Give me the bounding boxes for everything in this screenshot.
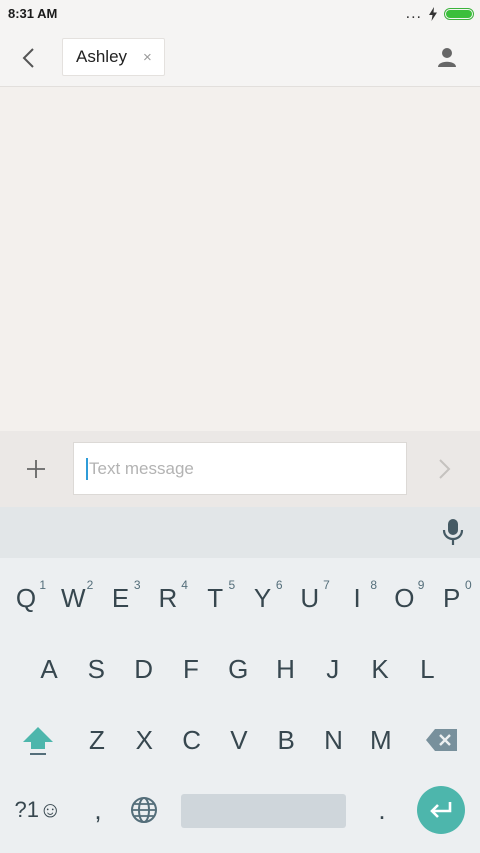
- key-t[interactable]: T5: [191, 568, 239, 628]
- close-icon[interactable]: ×: [143, 49, 152, 66]
- key-label: H: [276, 654, 295, 684]
- key-i[interactable]: I8: [333, 568, 381, 628]
- key-hint: 9: [417, 578, 425, 592]
- recipient-chip[interactable]: Ashley ×: [62, 38, 165, 76]
- keyboard: Q1W2E3R4T5Y6U7I8O9P0ASDFGHJKLZXCVBNM ?1☺…: [0, 558, 480, 853]
- key-label: P: [443, 583, 461, 613]
- key-label: Y: [253, 583, 272, 613]
- key-label: E: [111, 583, 130, 613]
- key-p[interactable]: P0: [428, 568, 476, 628]
- battery-icon: [444, 8, 474, 20]
- key-label: Q: [15, 583, 37, 613]
- key-label: U: [300, 583, 320, 613]
- enter-key[interactable]: [417, 786, 465, 834]
- message-placeholder: Text message: [89, 458, 194, 478]
- key-label: X: [135, 725, 153, 755]
- backspace-icon: [426, 729, 457, 751]
- key-label: V: [230, 725, 248, 755]
- key-u[interactable]: U7: [286, 568, 334, 628]
- bolt-icon: [429, 7, 437, 21]
- comma-key[interactable]: ,: [74, 780, 122, 840]
- key-hint: 2: [86, 578, 94, 592]
- key-hint: 4: [181, 578, 188, 592]
- key-hint: 6: [275, 578, 283, 592]
- key-g[interactable]: G: [214, 639, 262, 699]
- key-e[interactable]: E3: [97, 568, 145, 628]
- keyboard-suggestion-strip: [0, 507, 480, 558]
- message-input[interactable]: Text message: [73, 442, 407, 495]
- key-d[interactable]: D: [120, 639, 168, 699]
- key-hint: 1: [39, 578, 46, 592]
- send-arrow-icon[interactable]: [432, 457, 456, 481]
- period-key[interactable]: .: [358, 780, 406, 840]
- key-label: C: [182, 725, 201, 755]
- key-label: J: [326, 654, 340, 684]
- key-label: N: [324, 725, 343, 755]
- text-caret: [86, 457, 88, 480]
- shift-key[interactable]: [14, 710, 62, 770]
- globe-icon: [131, 797, 157, 823]
- key-y[interactable]: Y6: [239, 568, 287, 628]
- key-v[interactable]: V: [215, 710, 263, 770]
- key-s[interactable]: S: [72, 639, 120, 699]
- contact-icon[interactable]: [436, 46, 458, 68]
- key-f[interactable]: F: [167, 639, 215, 699]
- key-label: W: [61, 583, 86, 613]
- key-label: D: [134, 654, 153, 684]
- period-label: .: [378, 794, 386, 825]
- key-m[interactable]: M: [357, 710, 405, 770]
- key-c[interactable]: C: [168, 710, 216, 770]
- status-icons: ...: [406, 6, 474, 22]
- key-hint: 8: [370, 578, 378, 592]
- key-j[interactable]: J: [309, 639, 357, 699]
- more-dots-icon: ...: [405, 5, 422, 22]
- key-label: L: [420, 654, 435, 684]
- key-hint: 7: [323, 578, 330, 592]
- message-list: [0, 87, 480, 431]
- key-z[interactable]: Z: [73, 710, 121, 770]
- compose-bar: Text message: [0, 431, 480, 507]
- space-key[interactable]: [181, 794, 346, 828]
- back-arrow-icon: [22, 48, 34, 68]
- key-label: A: [40, 654, 58, 684]
- key-q[interactable]: Q1: [2, 568, 50, 628]
- status-time: 8:31 AM: [8, 6, 58, 21]
- key-n[interactable]: N: [310, 710, 358, 770]
- status-bar: 8:31 AM ...: [0, 0, 480, 28]
- mic-icon[interactable]: [440, 517, 466, 547]
- key-label: S: [87, 654, 105, 684]
- plus-icon[interactable]: [24, 457, 48, 481]
- key-label: Z: [89, 725, 105, 755]
- comma-label: ,: [94, 794, 102, 825]
- shift-icon: [23, 727, 53, 755]
- back-button[interactable]: [14, 44, 42, 72]
- key-hint: 0: [465, 578, 472, 592]
- key-label: T: [207, 583, 224, 613]
- key-hint: 3: [133, 578, 141, 592]
- key-label: R: [158, 583, 178, 613]
- globe-key[interactable]: [120, 780, 168, 840]
- key-x[interactable]: X: [120, 710, 168, 770]
- key-label: M: [369, 725, 392, 755]
- key-r[interactable]: R4: [144, 568, 192, 628]
- key-o[interactable]: O9: [380, 568, 428, 628]
- key-b[interactable]: B: [262, 710, 310, 770]
- key-label: F: [182, 654, 199, 684]
- key-label: G: [228, 654, 249, 684]
- key-h[interactable]: H: [262, 639, 310, 699]
- key-label: B: [277, 725, 295, 755]
- key-w[interactable]: W2: [49, 568, 97, 628]
- enter-icon: [430, 802, 452, 818]
- key-hint: 5: [228, 578, 236, 592]
- key-label: I: [353, 583, 361, 613]
- backspace-key[interactable]: [418, 710, 466, 770]
- symbols-key[interactable]: ?1☺: [8, 780, 68, 840]
- conversation-header: Ashley ×: [0, 28, 480, 87]
- key-k[interactable]: K: [356, 639, 404, 699]
- recipient-name: Ashley: [76, 47, 128, 66]
- key-label: O: [394, 583, 415, 613]
- key-l[interactable]: L: [403, 639, 451, 699]
- key-label: K: [371, 654, 389, 684]
- key-a[interactable]: A: [25, 639, 73, 699]
